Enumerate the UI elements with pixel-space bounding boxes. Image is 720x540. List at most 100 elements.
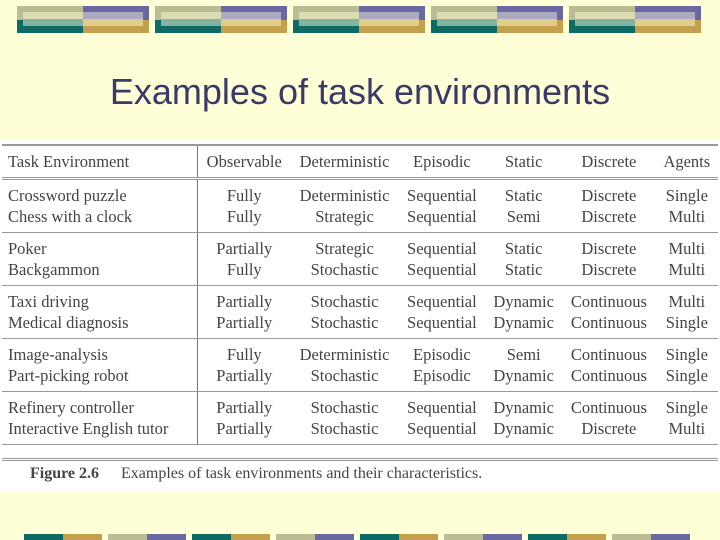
decorative-bar-block	[431, 6, 563, 33]
cell-value: Chess with a clock	[8, 207, 133, 226]
header-static: Static	[485, 144, 563, 180]
cell-value: Multi	[668, 239, 706, 258]
cell-observable: Fully Fully	[197, 178, 291, 233]
cell-value: Stochastic	[310, 313, 379, 332]
decorative-bar-block	[155, 6, 287, 33]
cell-task-environment: Refinery controller Interactive English t…	[2, 391, 198, 445]
cell-value: Medical diagnosis	[8, 313, 129, 332]
cell-episodic: Episodic Episodic	[398, 338, 486, 392]
cell-value: Part-picking robot	[8, 366, 129, 385]
decorative-bar-block	[569, 6, 701, 33]
table-header-row: Task Environment Observable Deterministi…	[2, 144, 718, 180]
cell-static: Dynamic Dynamic	[485, 391, 563, 445]
cell-value: Single	[665, 186, 708, 205]
cell-value: Single	[665, 398, 708, 417]
cell-value: Sequential	[407, 260, 477, 279]
cell-value: Refinery controller	[8, 398, 134, 417]
table-row-group: Taxi driving Medical diagnosis Partially Pa…	[2, 285, 718, 339]
cell-value: Poker	[8, 239, 47, 258]
cell-task-environment: Image-analysis Part-picking robot	[2, 338, 198, 392]
cell-value: Multi	[668, 419, 706, 438]
cell-discrete: Continuous Continuous	[562, 285, 656, 339]
cell-value: Partially	[216, 366, 273, 385]
header-discrete: Discrete	[562, 144, 656, 180]
decorative-bar-block	[24, 534, 102, 540]
cell-value: Multi	[668, 260, 706, 279]
cell-value: Image-analysis	[8, 345, 108, 364]
cell-value: Discrete	[581, 186, 637, 205]
cell-task-environment: Taxi driving Medical diagnosis	[2, 285, 198, 339]
cell-value: Semi	[506, 207, 541, 226]
cell-value: Deterministic	[299, 345, 390, 364]
cell-observable: Partially Partially	[197, 391, 291, 445]
cell-value: Sequential	[407, 292, 477, 311]
cell-value: Stochastic	[310, 366, 379, 385]
cell-value: Dynamic	[493, 292, 554, 311]
cell-value: Single	[665, 366, 708, 385]
cell-value: Partially	[216, 398, 273, 417]
decorative-bar-block	[360, 534, 438, 540]
cell-static: Static Static	[485, 232, 563, 286]
cell-value: Discrete	[581, 419, 637, 438]
cell-value: Partially	[216, 313, 273, 332]
cell-agents: Multi Single	[655, 285, 718, 339]
cell-discrete: Discrete Discrete	[562, 178, 656, 233]
cell-value: Sequential	[407, 239, 477, 258]
cell-value: Fully	[226, 345, 262, 364]
caption-label: Figure 2.6	[30, 465, 100, 482]
decorative-bar-block	[108, 534, 186, 540]
cell-episodic: Sequential Sequential	[398, 285, 486, 339]
cell-value: Partially	[216, 292, 273, 311]
cell-value: Continuous	[570, 366, 647, 385]
cell-value: Sequential	[407, 313, 477, 332]
cell-task-environment: Poker Backgammon	[2, 232, 198, 286]
header-episodic: Episodic	[398, 144, 486, 180]
caption-text: Examples of task environments and their …	[121, 465, 483, 482]
cell-value: Fully	[226, 207, 262, 226]
cell-agents: Single Multi	[655, 391, 718, 445]
bottom-decorative-bars	[24, 534, 704, 540]
cell-observable: Partially Partially	[197, 285, 291, 339]
cell-static: Static Semi	[485, 178, 563, 233]
table-row-group: Poker Backgammon Partially Fully Strategic St…	[2, 232, 718, 286]
decorative-bar-block	[293, 6, 425, 33]
table-bottom-rule	[2, 458, 718, 461]
cell-value: Stochastic	[310, 260, 379, 279]
cell-value: Stochastic	[310, 419, 379, 438]
cell-value: Strategic	[315, 207, 374, 226]
cell-value: Sequential	[407, 398, 477, 417]
cell-value: Stochastic	[310, 292, 379, 311]
cell-value: Dynamic	[493, 419, 554, 438]
cell-value: Sequential	[407, 186, 477, 205]
cell-value: Sequential	[407, 207, 477, 226]
cell-value: Discrete	[581, 207, 637, 226]
cell-value: Dynamic	[493, 313, 554, 332]
cell-value: Multi	[668, 207, 706, 226]
cell-deterministic: Stochastic Stochastic	[290, 285, 399, 339]
cell-value: Partially	[216, 419, 273, 438]
cell-value: Crossword puzzle	[8, 186, 127, 205]
cell-value: Static	[504, 260, 543, 279]
cell-deterministic: Deterministic Stochastic	[290, 338, 399, 392]
cell-value: Continuous	[570, 398, 647, 417]
cell-value: Single	[665, 313, 708, 332]
table-row-group: Image-analysis Part-picking robot Fully Par…	[2, 338, 718, 392]
decorative-bar-block	[17, 6, 149, 33]
cell-deterministic: Strategic Stochastic	[290, 232, 399, 286]
cell-observable: Fully Partially	[197, 338, 291, 392]
cell-value: Discrete	[581, 260, 637, 279]
cell-value: Fully	[226, 186, 262, 205]
cell-value: Strategic	[315, 239, 374, 258]
task-environments-table: Task Environment Observable Deterministi…	[2, 144, 718, 445]
cell-agents: Multi Multi	[655, 232, 718, 286]
cell-value: Semi	[506, 345, 541, 364]
task-environments-figure: Task Environment Observable Deterministi…	[0, 140, 720, 492]
cell-value: Interactive English tutor	[8, 419, 169, 438]
header-observable: Observable	[197, 144, 291, 180]
slide-title: Examples of task environments	[109, 71, 611, 112]
table-row-group: Refinery controller Interactive English t…	[2, 391, 718, 445]
cell-value: Partially	[216, 239, 273, 258]
cell-value: Continuous	[570, 313, 647, 332]
cell-deterministic: Deterministic Strategic	[290, 178, 399, 233]
cell-observable: Partially Fully	[197, 232, 291, 286]
